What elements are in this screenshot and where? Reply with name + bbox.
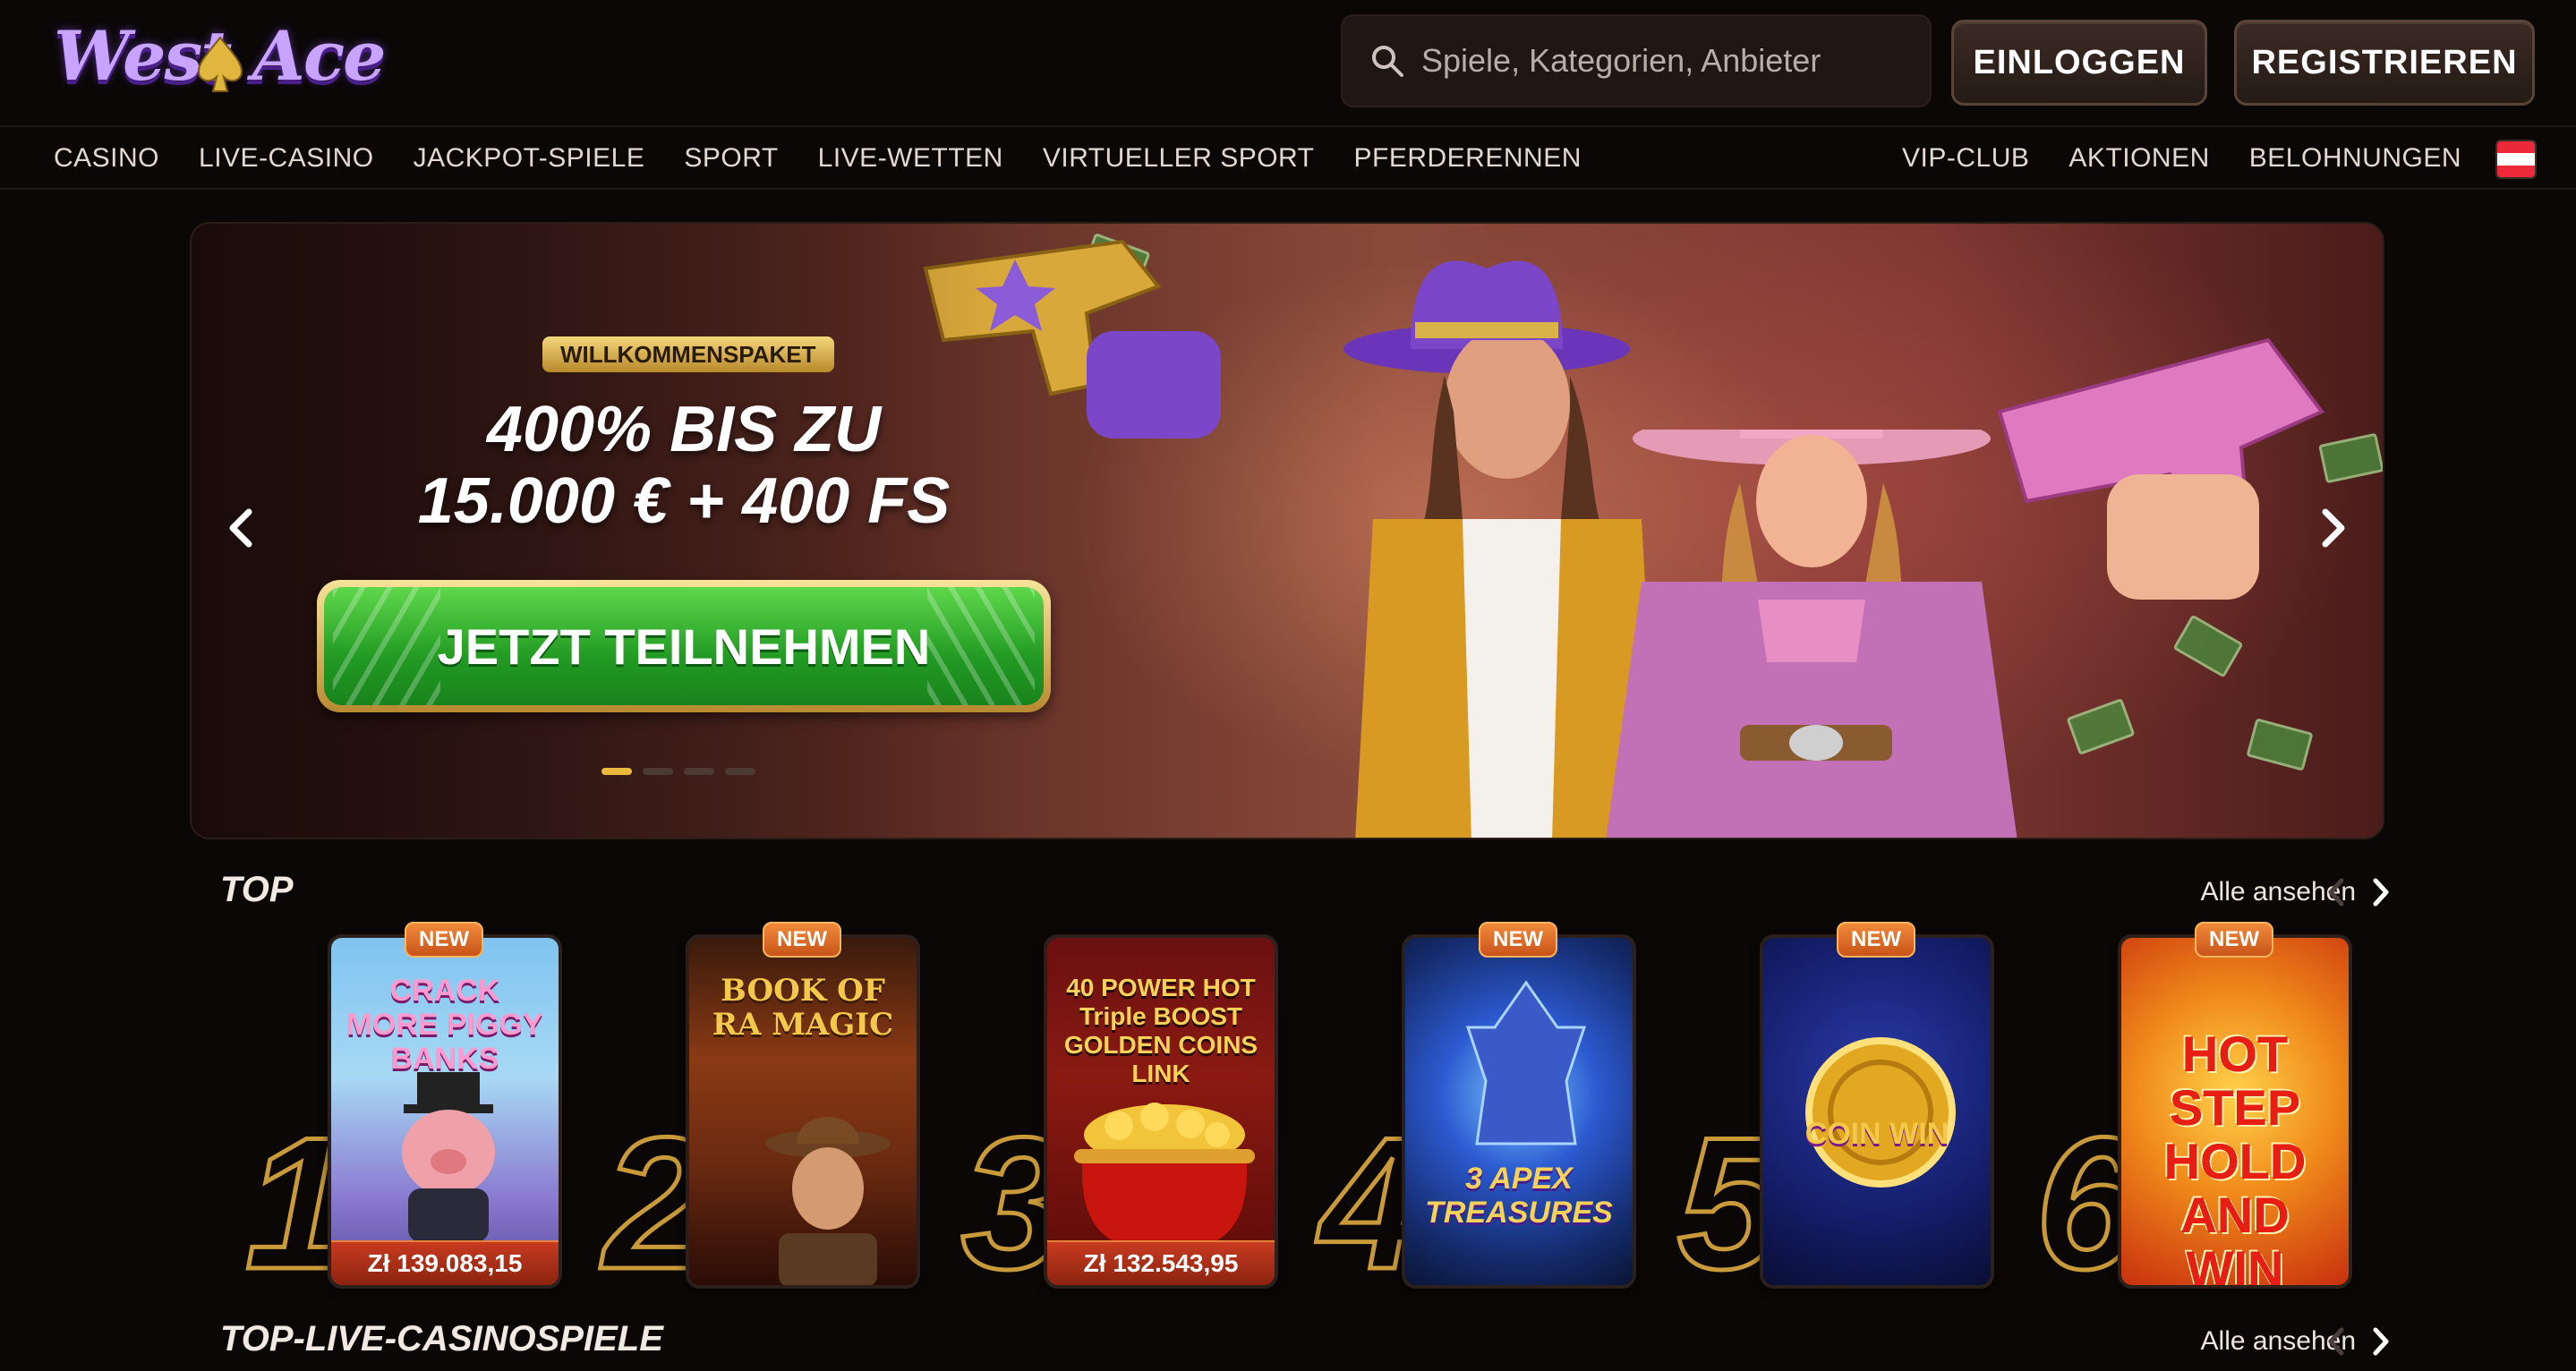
- pink-gun-icon: [1997, 337, 2325, 600]
- chevron-right-icon[interactable]: [2372, 877, 2392, 907]
- spade-icon: [197, 36, 243, 92]
- pig-character-icon: [402, 1072, 495, 1242]
- slide-dot-1[interactable]: [601, 768, 632, 775]
- promo-banner[interactable]: WILLKOMMENSPAKET 400% BIS ZU 15.000 € + …: [190, 222, 2384, 839]
- section-title-live: TOP-LIVE-CASINOSPIELE: [220, 1319, 663, 1358]
- banner-title-line1: 400% BIS ZU: [486, 394, 882, 465]
- new-badge: NEW: [2195, 922, 2273, 958]
- search-input[interactable]: [1421, 42, 1923, 80]
- nav-item-vip-club[interactable]: VIP-CLUB: [1902, 143, 2029, 174]
- gold-pot-icon: [1074, 1103, 1255, 1251]
- nav-item-horse-racing[interactable]: PFERDERENNEN: [1354, 143, 1582, 174]
- game-card[interactable]: COIN WIN: [1760, 934, 1994, 1289]
- new-badge: NEW: [405, 922, 483, 958]
- flag-austria-icon[interactable]: [2495, 140, 2537, 179]
- slide-indicators: [601, 768, 755, 775]
- game-title: 40 POWER HOT Triple BOOST GOLDEN COINS L…: [1063, 974, 1258, 1087]
- join-now-button-face: JETZT TEILNEHMEN: [324, 587, 1044, 705]
- search-icon: [1372, 46, 1403, 77]
- welcome-badge: WILLKOMMENSPAKET: [542, 336, 834, 372]
- chevron-left-icon[interactable]: [2325, 877, 2345, 907]
- chevron-right-icon[interactable]: [2311, 501, 2356, 555]
- game-title: 3 APEX TREASURES: [1425, 1162, 1613, 1230]
- login-button[interactable]: EINLOGGEN: [1951, 20, 2207, 106]
- chevron-pattern: [333, 587, 440, 705]
- game-title: HOT STEP HOLD AND WIN: [2163, 1026, 2307, 1289]
- slide-dot-3[interactable]: [684, 768, 714, 775]
- join-now-label: JETZT TEILNEHMEN: [437, 617, 931, 675]
- chevron-left-icon[interactable]: [218, 501, 263, 555]
- game-title: COIN WIN: [1804, 1117, 1949, 1151]
- nav-item-live-betting[interactable]: LIVE-WETTEN: [818, 143, 1003, 174]
- game-card[interactable]: HOT STEP HOLD AND WIN: [2118, 934, 2352, 1289]
- register-button[interactable]: REGISTRIEREN: [2234, 20, 2535, 106]
- game-title: CRACK MORE PIGGY BANKS: [346, 974, 543, 1076]
- adventurer-character-icon: [765, 1117, 891, 1285]
- main-nav: CASINO LIVE-CASINO JACKPOT-SPIELE SPORT …: [0, 125, 2576, 190]
- game-card[interactable]: 3 APEX TREASURES: [1402, 934, 1636, 1289]
- money-bill-icon: [2066, 698, 2136, 755]
- game-card[interactable]: CRACK MORE PIGGY BANKS Zł 139.083,15: [328, 934, 562, 1289]
- new-badge: NEW: [763, 922, 841, 958]
- nav-item-jackpot-games[interactable]: JACKPOT-SPIELE: [414, 143, 645, 174]
- nav-item-live-casino[interactable]: LIVE-CASINO: [199, 143, 374, 174]
- slide-dot-4[interactable]: [725, 768, 755, 775]
- jackpot-amount: Zł 132.543,95: [1047, 1240, 1275, 1285]
- wolf-icon: [1465, 980, 1587, 1145]
- game-card[interactable]: 40 POWER HOT Triple BOOST GOLDEN COINS L…: [1044, 934, 1278, 1289]
- game-art: [1405, 938, 1633, 1285]
- nav-item-promotions[interactable]: AKTIONEN: [2068, 143, 2209, 174]
- money-bill-icon: [2246, 718, 2314, 771]
- nav-item-sport[interactable]: SPORT: [684, 143, 778, 174]
- nav-item-casino[interactable]: CASINO: [54, 143, 159, 174]
- nav-left: CASINO LIVE-CASINO JACKPOT-SPIELE SPORT …: [54, 127, 1582, 190]
- game-title: BOOK OF RA MAGIC: [712, 973, 894, 1043]
- game-card[interactable]: BOOK OF RA MAGIC: [686, 934, 920, 1289]
- gold-coin-icon: [1805, 1037, 1956, 1188]
- game-art: [1763, 938, 1991, 1285]
- banner-title: 400% BIS ZU 15.000 € + 400 FS: [326, 394, 1042, 537]
- chevron-pattern: [927, 587, 1035, 705]
- new-badge: NEW: [1837, 922, 1915, 958]
- slide-dot-2[interactable]: [643, 768, 673, 775]
- nav-item-rewards[interactable]: BELOHNUNGEN: [2249, 143, 2461, 174]
- header: West Ace EINLOGGEN REGISTRIEREN: [0, 0, 2576, 125]
- new-badge: NEW: [1479, 922, 1557, 958]
- logo[interactable]: West Ace: [54, 16, 386, 109]
- join-now-button[interactable]: JETZT TEILNEHMEN: [317, 580, 1051, 712]
- chevron-left-icon[interactable]: [2325, 1326, 2345, 1357]
- jackpot-amount: Zł 139.083,15: [331, 1240, 559, 1285]
- nav-item-virtual-sport[interactable]: VIRTUELLER SPORT: [1043, 143, 1315, 174]
- nav-right: VIP-CLUB AKTIONEN BELOHNUNGEN: [1902, 127, 2461, 190]
- section-title-top: TOP: [220, 870, 294, 909]
- top-pager: [2325, 877, 2392, 907]
- banner-title-line2: 15.000 € + 400 FS: [417, 465, 951, 537]
- search-bar[interactable]: [1341, 14, 1932, 107]
- live-pager: [2325, 1326, 2392, 1357]
- chevron-right-icon[interactable]: [2372, 1326, 2392, 1357]
